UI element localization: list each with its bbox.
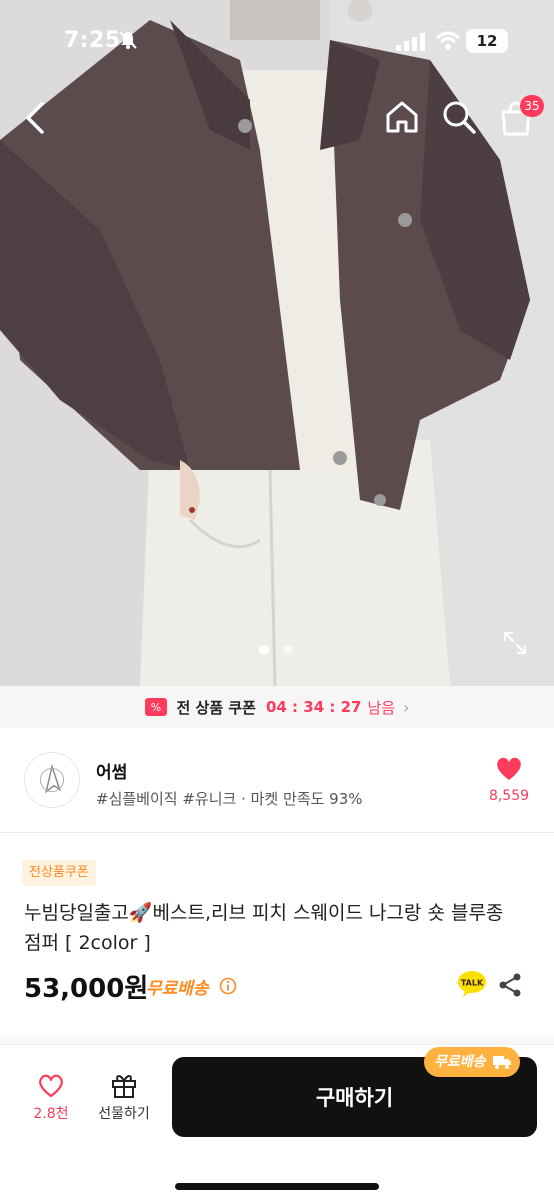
home-indicator bbox=[175, 1183, 379, 1190]
share-icon[interactable] bbox=[498, 972, 522, 998]
svg-text:TALK: TALK bbox=[461, 979, 484, 988]
seller-row[interactable]: 어썸 #심플베이직 #유니크 · 마켓 만족도 93% 8,559 bbox=[0, 730, 554, 832]
chevron-right-icon: › bbox=[403, 697, 410, 717]
truck-icon bbox=[492, 1056, 511, 1069]
product-image-carousel[interactable]: 7:25 12 35 bbox=[0, 0, 554, 686]
home-icon[interactable] bbox=[383, 98, 421, 136]
carousel-dot[interactable] bbox=[283, 645, 293, 655]
seller-meta: #심플베이직 #유니크 · 마켓 만족도 93% bbox=[96, 790, 363, 808]
gift-label: 선물하기 bbox=[98, 1106, 150, 1122]
back-arrow-icon[interactable] bbox=[18, 98, 54, 138]
heart-filled-icon[interactable] bbox=[495, 756, 523, 782]
free-shipping-chip: 무료배송 bbox=[424, 1047, 520, 1077]
bottom-action-bar: 2.8천 선물하기 구매하기 무료배송 bbox=[0, 1044, 554, 1200]
heart-outline-icon bbox=[39, 1074, 63, 1098]
carousel-indicator bbox=[259, 645, 293, 655]
seller-like-count: 8,559 bbox=[488, 788, 530, 804]
cart-count-badge: 35 bbox=[520, 95, 544, 117]
info-icon[interactable] bbox=[219, 977, 237, 995]
coupon-label: 전 상품 쿠폰 bbox=[176, 698, 256, 717]
divider bbox=[0, 832, 554, 833]
free-shipping-chip-label: 무료배송 bbox=[434, 1054, 486, 1070]
status-time: 7:25 bbox=[64, 28, 121, 53]
seller-name[interactable]: 어썸 bbox=[96, 758, 127, 783]
product-title: 누빔당일출고🚀베스트,리브 피치 스웨이드 나그랑 숏 블루종 점퍼 [ 2co… bbox=[24, 902, 504, 954]
buy-button-label: 구매하기 bbox=[315, 1086, 394, 1110]
signal-icon bbox=[396, 33, 425, 51]
coupon-timer: 04 : 34 : 27 bbox=[265, 698, 362, 716]
free-shipping-label: 무료배송 bbox=[146, 979, 209, 999]
like-button[interactable]: 2.8천 bbox=[22, 1073, 80, 1123]
gift-icon bbox=[112, 1075, 136, 1098]
expand-icon[interactable] bbox=[502, 630, 528, 656]
coupon-icon: % bbox=[144, 698, 167, 716]
coupon-tag: 전상품쿠폰 bbox=[22, 860, 96, 886]
search-icon[interactable] bbox=[440, 98, 478, 136]
kakaotalk-icon[interactable]: TALK bbox=[457, 970, 487, 998]
carousel-dot[interactable] bbox=[259, 645, 269, 655]
silent-bell-icon bbox=[119, 31, 137, 49]
wifi-icon bbox=[436, 31, 460, 50]
like-count: 2.8천 bbox=[33, 1106, 69, 1122]
status-bar: 7:25 12 bbox=[0, 0, 554, 84]
gift-button[interactable]: 선물하기 bbox=[88, 1071, 160, 1123]
coupon-remaining: 남음 bbox=[367, 698, 396, 717]
coupon-banner[interactable]: % 전 상품 쿠폰 04 : 34 : 27 남음 › bbox=[0, 686, 554, 728]
product-price: 53,000원 bbox=[24, 974, 149, 1004]
seller-logo bbox=[24, 752, 80, 808]
svg-text:%: % bbox=[150, 701, 160, 714]
battery-indicator: 12 bbox=[466, 29, 508, 53]
